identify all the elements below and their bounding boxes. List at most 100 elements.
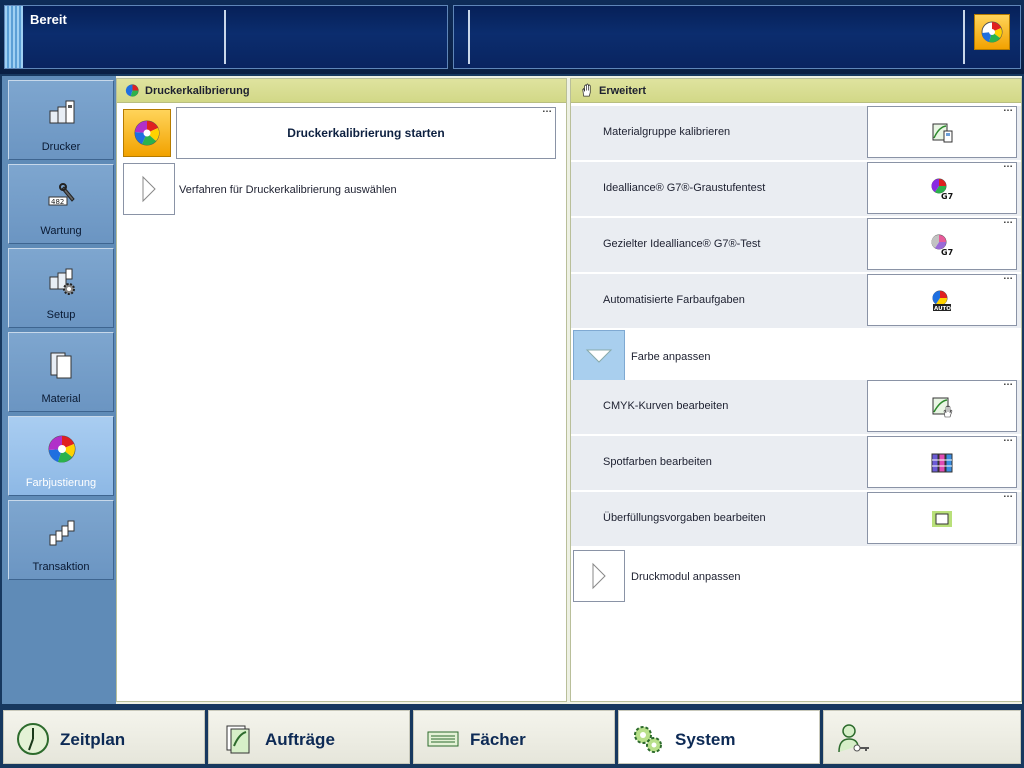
auto-color-icon: AUTO: [932, 290, 951, 312]
media-calibrate-icon: [932, 123, 953, 143]
calibrate-media-button[interactable]: …: [867, 104, 1017, 158]
trapping-icon: [932, 511, 952, 527]
row-label: Spotfarben bearbeiten: [603, 456, 712, 468]
g7-grayscale-test-button[interactable]: … G7: [867, 160, 1017, 214]
system-gears-icon: [634, 726, 662, 753]
printer-icon: [49, 100, 75, 124]
sidebar-item-label: Wartung: [40, 225, 82, 237]
transaction-icon: [49, 520, 75, 546]
tab-zeitplan[interactable]: Zeitplan: [3, 710, 205, 764]
color-wheel-icon: [981, 21, 1003, 43]
sidebar-item-label: Drucker: [41, 141, 81, 153]
advanced-panel: Erweitert Materialgruppe kalibrieren … I…: [570, 78, 1022, 702]
tab-label: Zeitplan: [60, 730, 126, 749]
chevron-right-icon: [142, 175, 156, 203]
procedure-label: Verfahren für Druckerkalibrierung auswäh…: [179, 184, 397, 196]
sidebar-item-farbjustierung[interactable]: Farbjustierung: [8, 416, 114, 496]
procedure-expand-button[interactable]: [123, 163, 175, 215]
row-label: Idealliance® G7®-Graustufentest: [603, 182, 766, 194]
hand-icon: [582, 83, 591, 97]
user-login-button[interactable]: [823, 710, 1021, 764]
color-wheel-icon: [125, 84, 139, 97]
cmyk-curves-icon: [932, 397, 953, 418]
tab-label: Fächer: [470, 730, 526, 749]
sidebar-item-wartung[interactable]: 482 Wartung: [8, 164, 114, 244]
row-label: Gezielter Idealliance® G7®-Test: [603, 238, 761, 250]
svg-text:482: 482: [51, 198, 64, 206]
color-adjust-expand-button[interactable]: [573, 330, 625, 382]
tab-auftraege[interactable]: Aufträge: [208, 710, 410, 764]
section-label: Druckmodul anpassen: [631, 571, 741, 583]
more-options-icon[interactable]: …: [1003, 272, 1013, 282]
more-options-icon[interactable]: …: [1003, 434, 1013, 444]
tab-label: Aufträge: [265, 730, 335, 749]
svg-text:AUTO: AUTO: [934, 306, 951, 312]
sidebar-item-label: Setup: [46, 309, 76, 321]
trapping-button[interactable]: …: [867, 490, 1017, 544]
status-bar: Bereit: [0, 0, 1024, 74]
status-divider: [963, 10, 965, 64]
tab-faecher[interactable]: Fächer: [413, 710, 615, 764]
cmyk-curves-button[interactable]: …: [867, 378, 1017, 432]
spot-colors-button[interactable]: …: [867, 434, 1017, 488]
row-label: CMYK-Kurven bearbeiten: [603, 400, 729, 412]
main-area: Drucker 482 Wartung Setup Material Farbj…: [2, 76, 1022, 704]
chevron-right-icon: [592, 562, 606, 590]
status-panel-right: [453, 5, 1021, 69]
list-item: Überfüllungsvorgaben bearbeiten …: [571, 490, 1021, 546]
color-wheel-icon: [134, 120, 160, 146]
spot-colors-icon: [931, 453, 953, 473]
wrench-icon: 482: [48, 183, 75, 206]
sidebar-item-label: Farbjustierung: [25, 477, 97, 489]
status-divider: [468, 10, 470, 64]
section-label: Farbe anpassen: [631, 351, 711, 363]
more-options-icon[interactable]: …: [1003, 104, 1013, 114]
svg-text:G7: G7: [941, 248, 953, 257]
row-label: Überfüllungsvorgaben bearbeiten: [603, 512, 766, 524]
more-options-icon[interactable]: …: [1003, 490, 1013, 500]
more-options-icon[interactable]: …: [1003, 378, 1013, 388]
setup-gear-icon: [49, 268, 75, 295]
status-divider: [224, 10, 226, 64]
panel-title: Druckerkalibrierung: [145, 85, 250, 97]
color-status-button[interactable]: [974, 14, 1010, 50]
start-calibration-icon-button[interactable]: [123, 109, 171, 157]
clock-icon: [17, 723, 49, 755]
tab-label: System: [675, 730, 736, 749]
start-calibration-button[interactable]: … Druckerkalibrierung starten: [176, 105, 556, 159]
g7-test-icon: G7: [931, 234, 953, 257]
automated-color-tasks-button[interactable]: … AUTO: [867, 272, 1017, 326]
row-label: Materialgruppe kalibrieren: [603, 126, 731, 138]
status-panel[interactable]: Bereit: [4, 5, 448, 69]
user-key-icon: [838, 724, 869, 753]
sidebar-item-drucker[interactable]: Drucker: [8, 80, 114, 160]
sidebar-item-setup[interactable]: Setup: [8, 248, 114, 328]
panel-header: Druckerkalibrierung: [117, 79, 566, 103]
panel-title: Erweitert: [599, 85, 647, 97]
g7-targeted-test-button[interactable]: … G7: [867, 216, 1017, 270]
more-options-icon[interactable]: …: [542, 105, 552, 115]
row-label: Automatisierte Farbaufgaben: [603, 294, 745, 306]
bottom-nav: Zeitplan Aufträge Fächer System: [0, 706, 1024, 768]
list-item: Spotfarben bearbeiten …: [571, 434, 1021, 490]
more-options-icon[interactable]: …: [1003, 160, 1013, 170]
status-text: Bereit: [30, 12, 67, 27]
sidebar-item-transaktion[interactable]: Transaktion: [8, 500, 114, 580]
more-options-icon[interactable]: …: [1003, 216, 1013, 226]
media-sheets-icon: [50, 352, 72, 379]
list-item: Idealliance® G7®-Graustufentest … G7: [571, 160, 1021, 216]
panel-header: Erweitert: [571, 79, 1021, 103]
sidebar-item-material[interactable]: Material: [8, 332, 114, 412]
trays-icon: [427, 731, 459, 747]
list-item: Materialgruppe kalibrieren …: [571, 104, 1021, 160]
jobs-icon: [226, 725, 250, 754]
svg-text:G7: G7: [941, 192, 953, 201]
print-module-expand-button[interactable]: [573, 550, 625, 602]
sidebar-item-label: Transaktion: [32, 561, 90, 573]
start-calibration-label: Druckerkalibrierung starten: [287, 126, 445, 140]
color-wheel-icon: [48, 435, 76, 463]
chevron-down-icon: [585, 349, 613, 363]
status-indicator: [5, 6, 23, 68]
tab-system[interactable]: System: [618, 710, 820, 764]
sidebar-item-label: Material: [41, 393, 81, 405]
